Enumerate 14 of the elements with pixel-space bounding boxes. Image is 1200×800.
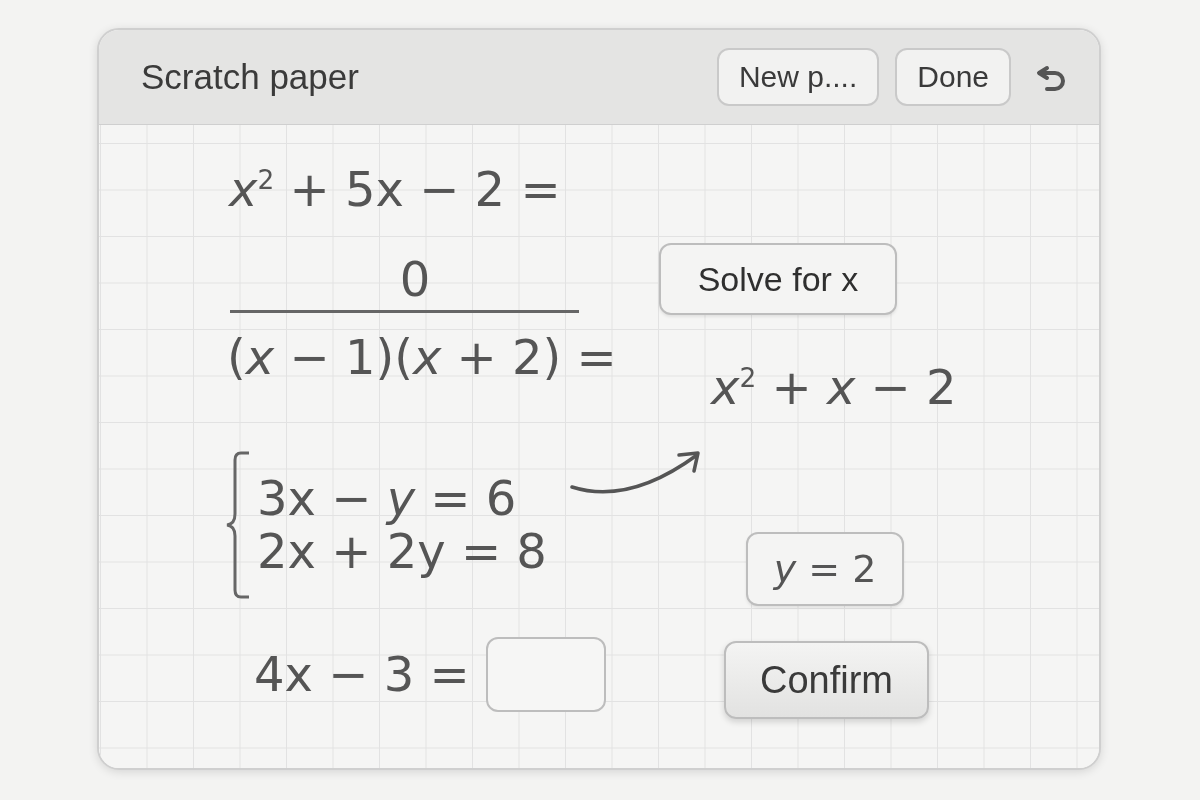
math-expression: 0 bbox=[398, 253, 432, 306]
answer-chip[interactable]: y = 2 bbox=[746, 532, 904, 606]
done-button[interactable]: Done bbox=[895, 48, 1011, 106]
math-expression: x$^{2}$ + 5x − 2 = bbox=[229, 163, 561, 216]
new-page-button[interactable]: New p.... bbox=[716, 48, 880, 106]
equation: 2x + 2y = 8 bbox=[257, 525, 547, 578]
window-title: Scratch paper bbox=[141, 57, 360, 97]
math-expression: x$^{2}$ + x − 2 bbox=[711, 361, 957, 414]
math-expression: (x − 1)(x + 2) = bbox=[227, 331, 617, 384]
equation: 4x − 3 = bbox=[254, 648, 470, 701]
answer-field[interactable] bbox=[485, 637, 606, 712]
equation: 3x − y = 6 bbox=[257, 472, 518, 525]
action-button[interactable]: Solve for x bbox=[659, 243, 897, 315]
action-button[interactable]: Confirm bbox=[724, 641, 929, 719]
